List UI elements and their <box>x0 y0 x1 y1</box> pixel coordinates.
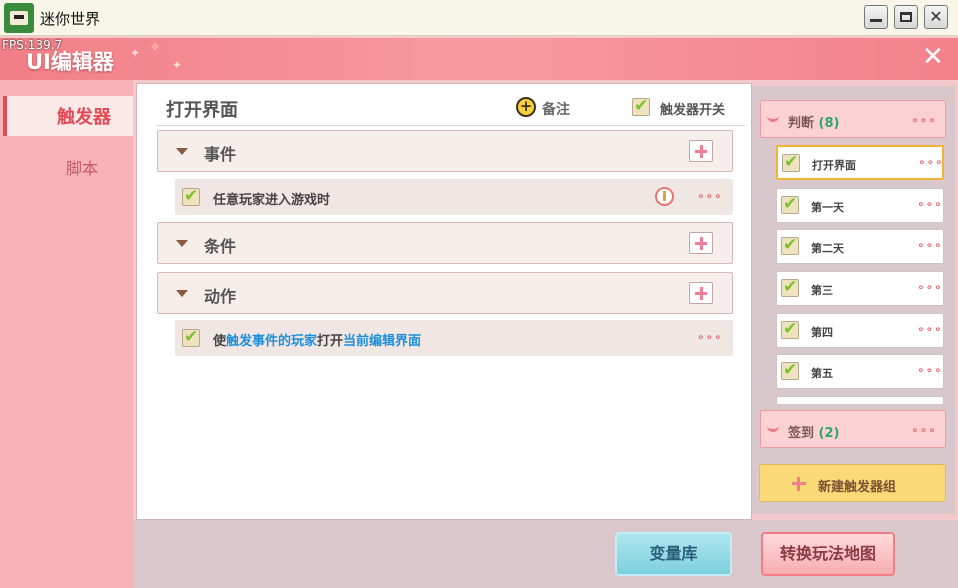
trigger-item-label: 第五 <box>811 367 833 380</box>
more-options-icon[interactable]: ∘∘∘ <box>917 322 943 336</box>
section-label: 条件 <box>204 237 237 256</box>
trigger-item-checkbox[interactable] <box>781 360 799 380</box>
trigger-item-label: 第三 <box>811 284 833 297</box>
warning-icon[interactable] <box>655 187 674 206</box>
trigger-item-checkbox[interactable] <box>781 277 799 297</box>
event-row[interactable]: 任意玩家进入游戏时 ∘∘∘ <box>175 179 733 215</box>
action-enabled-checkbox[interactable] <box>182 327 200 347</box>
trigger-item-checkbox[interactable] <box>782 152 800 172</box>
title-divider <box>156 125 746 126</box>
group-header-signin[interactable]: 签到 (2) ∘∘∘ <box>760 410 946 448</box>
more-options-icon[interactable]: ∘∘∘ <box>911 423 937 437</box>
group-header-judge[interactable]: 判断 (8) ∘∘∘ <box>760 100 946 138</box>
tab-trigger[interactable]: 触发器 <box>3 96 133 136</box>
trigger-switch-checkbox[interactable] <box>632 96 650 116</box>
new-trigger-group-label: 新建触发器组 <box>818 480 897 495</box>
trigger-item[interactable]: 第五 ∘∘∘ <box>776 354 944 389</box>
trigger-item-checkbox[interactable] <box>781 235 799 255</box>
trigger-title: 打开界面 <box>166 100 238 121</box>
window-close-button[interactable]: ✕ <box>924 5 948 29</box>
add-note-icon[interactable]: + <box>516 97 536 117</box>
note-button-label[interactable]: 备注 <box>542 99 570 119</box>
trigger-item-label: 第二天 <box>811 242 844 255</box>
tab-script[interactable]: 脚本 <box>66 155 98 179</box>
trigger-item[interactable]: 第二天 ∘∘∘ <box>776 229 944 264</box>
more-options-icon[interactable]: ∘∘∘ <box>917 197 943 211</box>
group-label: 签到 (2) <box>788 426 840 441</box>
trigger-item-label: 第一天 <box>811 201 844 214</box>
trigger-switch-label: 触发器开关 <box>660 103 726 118</box>
action-text-part: 打开 <box>317 334 344 349</box>
collapse-triangle-icon[interactable] <box>176 290 188 297</box>
action-row[interactable]: 使触发事件的玩家打开当前编辑界面 ∘∘∘ <box>175 320 733 356</box>
star-decoration-icon: ✦ <box>130 46 141 60</box>
variable-library-button[interactable]: 变量库 <box>615 532 732 576</box>
action-param-link[interactable]: 当前编辑界面 <box>343 334 421 349</box>
event-enabled-checkbox[interactable] <box>182 186 200 206</box>
more-options-icon[interactable]: ∘∘∘ <box>911 113 937 127</box>
group-label: 判断 (8) <box>788 116 840 131</box>
switch-game-map-button[interactable]: 转换玩法地图 <box>761 532 895 576</box>
trigger-item-checkbox[interactable] <box>781 319 799 339</box>
chevron-down-icon <box>767 116 779 122</box>
section-event[interactable]: 事件 <box>157 130 733 172</box>
trigger-item[interactable]: 第四 ∘∘∘ <box>776 313 944 348</box>
trigger-item[interactable]: 第三 ∘∘∘ <box>776 271 944 306</box>
more-options-icon[interactable]: ∘∘∘ <box>917 363 943 377</box>
section-condition[interactable]: 条件 <box>157 222 733 264</box>
chevron-down-icon <box>767 426 779 432</box>
trigger-item-label: 打开界面 <box>812 159 856 172</box>
star-decoration-icon: ✦ <box>172 58 183 72</box>
event-text: 任意玩家进入游戏时 <box>213 193 331 208</box>
app-logo-icon <box>4 3 34 33</box>
more-options-icon[interactable]: ∘∘∘ <box>918 155 944 169</box>
editor-close-button[interactable]: ✕ <box>922 44 944 70</box>
more-options-icon[interactable]: ∘∘∘ <box>917 238 943 252</box>
trigger-item-partial[interactable] <box>776 396 944 404</box>
minimize-button[interactable] <box>864 5 888 29</box>
editor-header: ✦ ✧ ✦ UI编辑器 <box>0 38 958 80</box>
section-label: 动作 <box>204 287 237 306</box>
section-action[interactable]: 动作 <box>157 272 733 314</box>
close-icon: ✕ <box>929 7 943 26</box>
trigger-item-checkbox[interactable] <box>781 194 799 214</box>
more-options-icon[interactable]: ∘∘∘ <box>697 189 723 203</box>
more-options-icon[interactable]: ∘∘∘ <box>917 280 943 294</box>
collapse-triangle-icon[interactable] <box>176 240 188 247</box>
more-options-icon[interactable]: ∘∘∘ <box>697 330 723 344</box>
add-event-button[interactable] <box>689 140 713 162</box>
fps-counter: FPS:139.7 <box>2 38 63 52</box>
plus-icon <box>792 477 806 491</box>
maximize-icon <box>900 12 912 22</box>
trigger-item[interactable]: 第一天 ∘∘∘ <box>776 188 944 223</box>
trigger-item-label: 第四 <box>811 326 833 339</box>
maximize-button[interactable] <box>894 5 918 29</box>
action-text: 使触发事件的玩家打开当前编辑界面 <box>213 330 421 349</box>
add-condition-button[interactable] <box>689 232 713 254</box>
window-title: 迷你世界 <box>40 10 101 28</box>
action-param-link[interactable]: 触发事件的玩家 <box>226 334 317 349</box>
window-titlebar: 迷你世界 ✕ <box>0 0 958 36</box>
minimize-icon <box>870 18 882 22</box>
add-action-button[interactable] <box>689 282 713 304</box>
action-text-part: 使 <box>213 334 227 349</box>
collapse-triangle-icon[interactable] <box>176 148 188 155</box>
trigger-item[interactable]: 打开界面 ∘∘∘ <box>776 145 944 180</box>
star-decoration-icon: ✧ <box>150 40 161 54</box>
new-trigger-group-button[interactable]: 新建触发器组 <box>759 464 946 502</box>
section-label: 事件 <box>204 145 237 164</box>
